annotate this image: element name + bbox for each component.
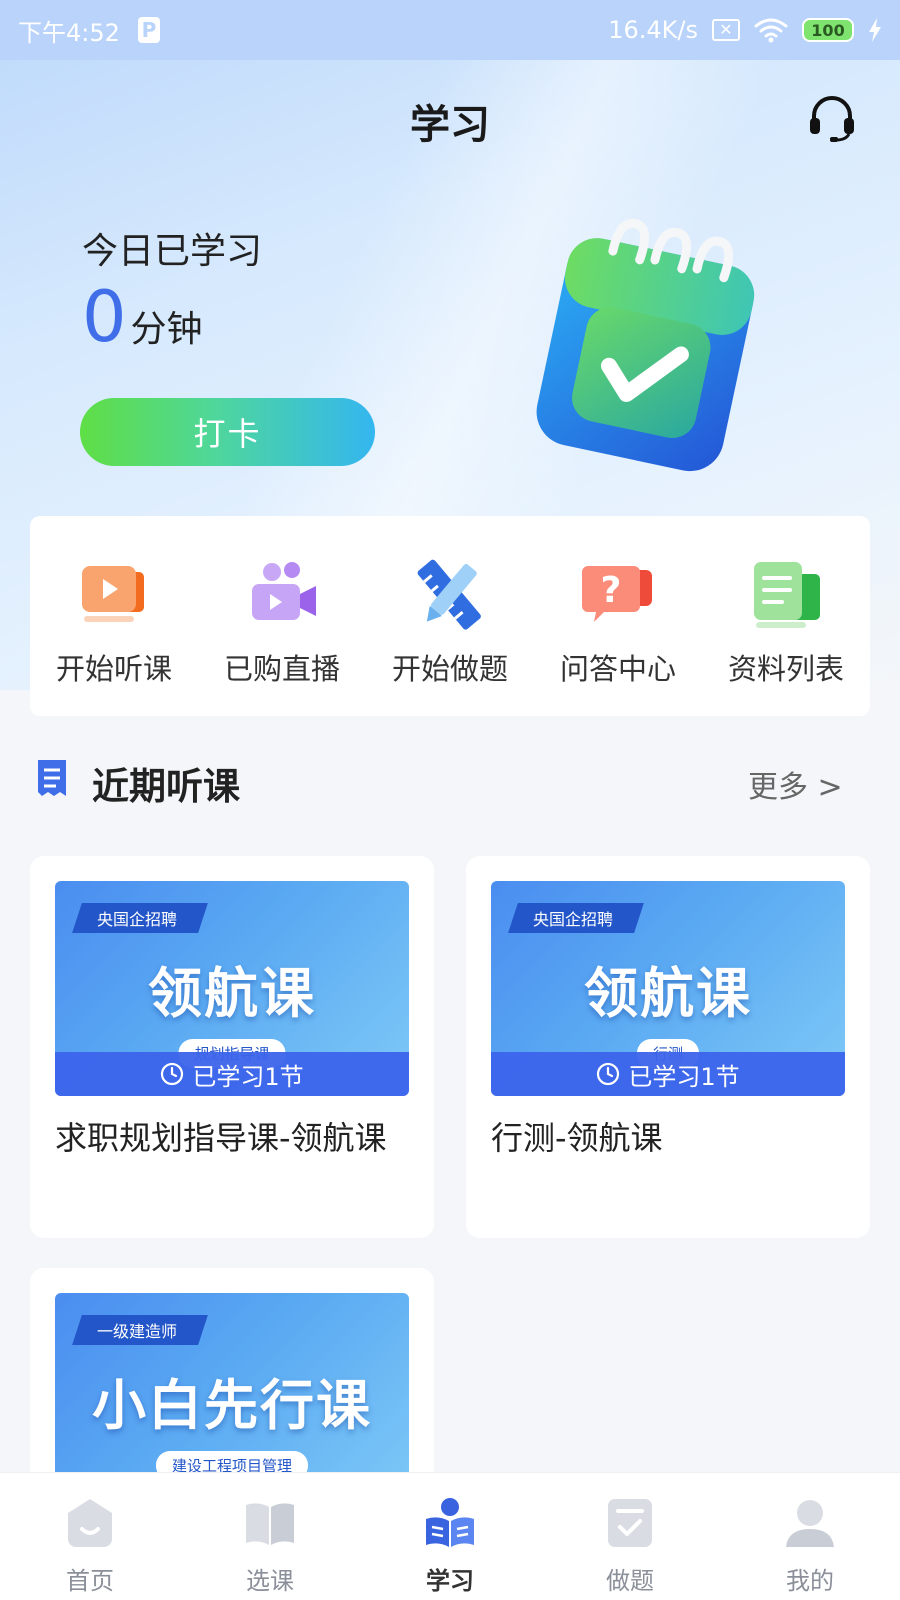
progress-text: 已学习1节 <box>192 1062 304 1091</box>
quick-item-materials[interactable]: 资料列表 <box>711 554 861 688</box>
course-progress: 已学习1节 <box>55 1052 409 1096</box>
course-progress: 已学习1节 <box>491 1052 845 1096</box>
home-icon <box>68 1499 112 1547</box>
network-speed: 16.4K/s <box>608 16 698 44</box>
progress-text: 已学习1节 <box>628 1062 740 1091</box>
ruler-pencil-icon <box>417 559 481 630</box>
quick-menu: 开始听课 已购直播 开始做题 ? 问答中心 资料列表 <box>30 516 870 716</box>
receipt-list-icon <box>38 760 66 796</box>
tab-home[interactable]: 首页 <box>30 1495 150 1596</box>
course-name: 求职规划指导课-领航课 <box>55 1119 387 1157</box>
course-thumbnail: 央国企招聘 领航课 规划指导课 已学习1节 <box>55 881 409 1096</box>
video-lesson-icon <box>82 566 144 622</box>
quick-item-purchased-live[interactable]: 已购直播 <box>207 554 357 688</box>
course-card[interactable]: 央国企招聘 领航课 规划指导课 已学习1节 求职规划指导课-领航课 <box>30 856 434 1238</box>
today-minutes: 0 分钟 <box>82 282 203 352</box>
quick-label: 资料列表 <box>727 652 844 686</box>
svg-text:?: ? <box>601 570 622 611</box>
today-studied-label: 今日已学习 <box>82 231 263 272</box>
tab-exercise[interactable]: 做题 <box>570 1495 690 1596</box>
tab-label: 学习 <box>426 1567 474 1595</box>
charging-icon <box>869 18 881 42</box>
recent-lessons-title: 近期听课 <box>92 765 240 808</box>
tab-label: 我的 <box>786 1567 834 1595</box>
headset-icon[interactable] <box>806 92 858 144</box>
quick-item-start-exercise[interactable]: 开始做题 <box>375 554 525 688</box>
quick-label: 问答中心 <box>559 652 676 686</box>
quick-item-start-lesson[interactable]: 开始听课 <box>39 554 189 688</box>
quick-label: 开始做题 <box>391 652 508 686</box>
study-reader-icon <box>426 1498 474 1547</box>
sim-off-icon: ✕ <box>712 19 740 41</box>
battery-icon: 100 <box>802 18 854 42</box>
notification-p-icon: P <box>137 17 160 43</box>
book-icon <box>246 1503 294 1545</box>
quick-item-qa-center[interactable]: ? 问答中心 <box>543 554 693 688</box>
status-bar: 下午4:52 P 16.4K/s ✕ 100 <box>0 0 900 60</box>
quick-label: 开始听课 <box>55 652 172 686</box>
document-list-icon <box>754 562 820 628</box>
course-name: 行测-领航课 <box>491 1119 663 1157</box>
calendar-check-icon <box>536 219 755 472</box>
wifi-icon <box>754 18 788 43</box>
quick-label: 已购直播 <box>223 652 340 686</box>
tab-study[interactable]: 学习 <box>390 1495 510 1596</box>
minutes-unit: 分钟 <box>130 309 203 350</box>
page-title: 学习 <box>410 102 490 148</box>
bottom-tab-bar: 首页 选课 学习 做题 我的 <box>0 1472 900 1600</box>
status-time: 下午4:52 <box>18 18 120 47</box>
checkin-button[interactable]: 打卡 <box>80 398 375 466</box>
minutes-value: 0 <box>82 276 127 358</box>
clock-icon <box>597 1062 620 1086</box>
course-card[interactable]: 央国企招聘 领航课 行测 已学习1节 行测-领航课 <box>466 856 870 1238</box>
clock-icon <box>161 1062 184 1086</box>
profile-icon <box>786 1500 834 1547</box>
thumb-title: 小白先行课 <box>92 1374 372 1437</box>
thumb-title: 领航课 <box>584 962 752 1025</box>
tab-profile[interactable]: 我的 <box>750 1495 870 1596</box>
tab-label: 首页 <box>66 1567 114 1595</box>
more-link[interactable]: 更多 > <box>748 762 843 806</box>
course-thumbnail: 央国企招聘 领航课 行测 已学习1节 <box>491 881 845 1096</box>
tab-label: 做题 <box>606 1567 654 1595</box>
thumb-title: 领航课 <box>148 962 316 1025</box>
tab-courses[interactable]: 选课 <box>210 1495 330 1596</box>
live-stream-icon <box>252 562 316 620</box>
exercise-icon <box>608 1499 652 1547</box>
tab-label: 选课 <box>246 1567 294 1595</box>
status-right: 16.4K/s ✕ 100 <box>608 16 882 44</box>
question-bubble-icon: ? <box>582 566 652 622</box>
course-tag: 央国企招聘 <box>508 903 644 933</box>
course-tag: 一级建造师 <box>72 1315 208 1345</box>
course-tag: 央国企招聘 <box>72 903 208 933</box>
